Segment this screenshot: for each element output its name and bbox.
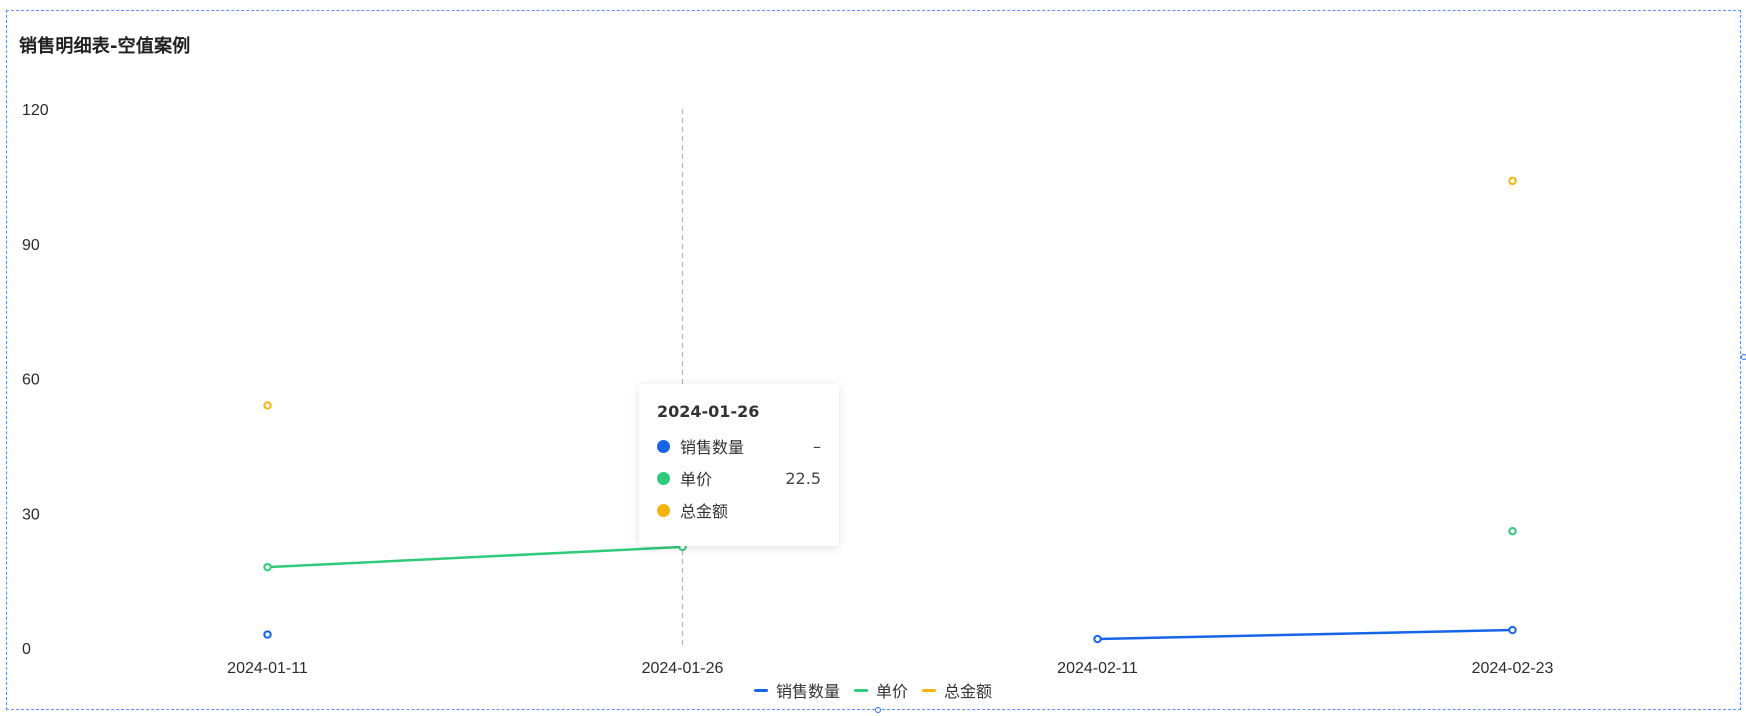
series-line bbox=[1096, 628, 1514, 641]
tooltip-series-value: – bbox=[813, 436, 821, 456]
tooltip-series-value: 22.5 bbox=[785, 468, 821, 488]
tooltip-series-name: 销售数量 bbox=[680, 438, 745, 457]
tooltip-row: 单价 22.5 bbox=[657, 467, 821, 489]
y-tick-label: 30 bbox=[22, 506, 40, 523]
legend-line-icon bbox=[753, 688, 768, 692]
data-point bbox=[1508, 176, 1517, 186]
line-chart: 0 30 60 90 120 2024-01-11 2024-01-26 2024-02-11… bbox=[22, 102, 1554, 677]
legend-label: 销售数量 bbox=[775, 682, 840, 701]
legend-line-icon bbox=[922, 688, 936, 692]
data-point bbox=[263, 630, 272, 639]
tooltip-dot-icon bbox=[657, 503, 670, 517]
data-point bbox=[1508, 625, 1517, 635]
x-tick-label: 2024-02-11 bbox=[1057, 660, 1138, 677]
tooltip-row: 总金额 bbox=[657, 499, 821, 521]
x-tick-label: 2024-01-11 bbox=[227, 660, 308, 677]
y-tick-label: 0 bbox=[22, 641, 31, 658]
legend-label: 总金额 bbox=[944, 682, 993, 701]
tooltip-series-name: 单价 bbox=[680, 470, 713, 489]
tooltip: 2024-01-26 销售数量 – 单价 22.5 总金额 bbox=[639, 384, 839, 546]
legend: 销售数量 单价 总金额 bbox=[0, 678, 1746, 702]
data-point bbox=[263, 401, 272, 410]
x-tick-label: 2024-02-23 bbox=[1472, 660, 1554, 677]
data-point bbox=[1508, 527, 1517, 536]
legend-label: 单价 bbox=[875, 682, 908, 701]
data-point bbox=[1093, 634, 1102, 644]
tooltip-series-name: 总金额 bbox=[680, 502, 729, 521]
series-line bbox=[266, 545, 684, 569]
x-tick-label: 2024-01-26 bbox=[642, 660, 724, 677]
tooltip-dot-icon bbox=[657, 471, 670, 485]
tooltip-dot-icon bbox=[657, 439, 670, 453]
y-tick-label: 90 bbox=[22, 237, 40, 254]
legend-item[interactable]: 销售数量 bbox=[753, 678, 840, 702]
y-tick-label: 60 bbox=[22, 372, 40, 389]
tooltip-row: 销售数量 – bbox=[657, 435, 821, 457]
y-tick-label: 120 bbox=[22, 102, 49, 119]
legend-line-icon bbox=[853, 688, 868, 692]
chart-widget: 销售明细表-空值案例 0 30 60 90 120 2024-01-11 2024-01-2… bbox=[0, 0, 1746, 716]
tooltip-title: 2024-01-26 bbox=[657, 402, 760, 421]
data-point bbox=[263, 562, 272, 572]
legend-item[interactable]: 单价 bbox=[853, 678, 908, 702]
legend-item[interactable]: 总金额 bbox=[922, 678, 992, 702]
